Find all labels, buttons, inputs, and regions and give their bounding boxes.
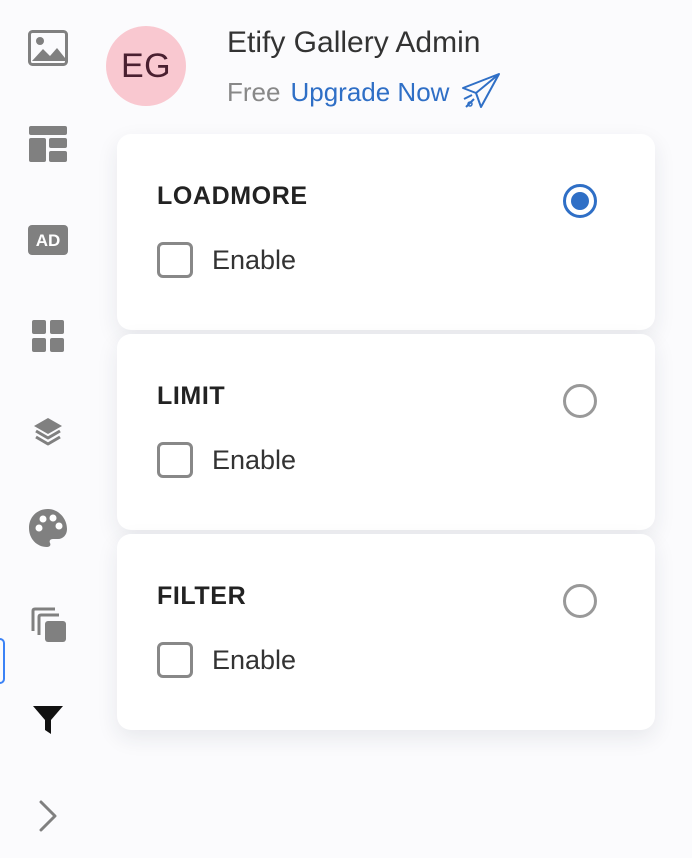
option-radio[interactable] [563,384,597,418]
filter-icon[interactable] [28,700,68,740]
image-icon[interactable] [28,28,68,68]
copy-icon[interactable] [28,604,68,644]
enable-checkbox-row[interactable]: Enable [157,442,296,478]
filter-option-card: FILTER Enable [117,534,655,730]
enable-checkbox-label[interactable]: Enable [212,245,296,276]
enable-checkbox-row[interactable]: Enable [157,242,296,278]
upgrade-link[interactable]: Upgrade Now [290,77,449,108]
grid-icon[interactable] [28,316,68,356]
avatar[interactable]: EG [106,26,186,106]
plan-row: Free Upgrade Now [227,72,501,112]
layers-icon[interactable] [28,412,68,452]
loadmore-option-card: LOADMORE Enable [117,134,655,330]
palette-icon[interactable] [28,508,68,548]
enable-checkbox-label[interactable]: Enable [212,445,296,476]
limit-option-card: LIMIT Enable [117,334,655,530]
paper-plane-icon[interactable] [461,72,501,112]
ad-icon-text: AD [36,231,61,250]
chevron-right-icon[interactable] [28,796,68,836]
enable-checkbox[interactable] [157,442,193,478]
account-header: EG Etify Gallery Admin Free Upgrade Now [106,26,666,110]
sidebar: AD [0,0,96,858]
enable-checkbox[interactable] [157,642,193,678]
option-radio[interactable] [563,584,597,618]
enable-checkbox[interactable] [157,242,193,278]
enable-checkbox-row[interactable]: Enable [157,642,296,678]
option-title: FILTER [157,582,247,610]
active-item-indicator [0,638,5,684]
option-radio[interactable] [563,184,597,218]
avatar-initials: EG [120,46,172,85]
plan-label: Free [227,76,281,107]
layout-icon[interactable] [28,124,68,164]
ad-icon[interactable]: AD [28,220,68,260]
option-title: LIMIT [157,382,226,410]
option-title: LOADMORE [157,182,308,210]
enable-checkbox-label[interactable]: Enable [212,645,296,676]
user-name: Etify Gallery Admin [227,26,481,59]
